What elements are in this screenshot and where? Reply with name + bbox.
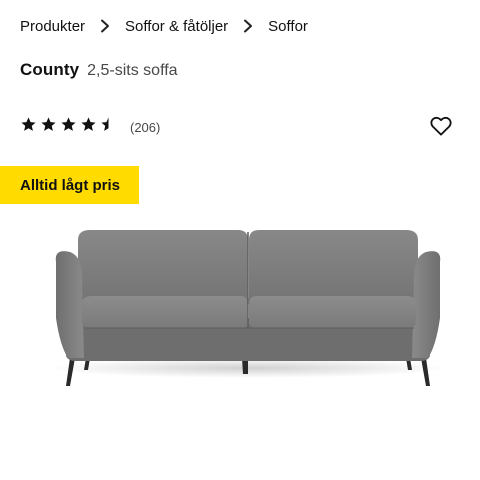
product-name: County — [20, 60, 80, 79]
breadcrumb-item-soffor-fatoljer[interactable]: Soffor & fåtöljer — [125, 18, 228, 35]
price-badge-label: Alltid lågt pris — [20, 176, 121, 194]
breadcrumb-item-soffor[interactable]: Soffor — [268, 18, 308, 35]
chevron-right-icon — [85, 19, 125, 33]
heart-outline-icon[interactable] — [428, 114, 454, 138]
star-full-icon — [81, 117, 96, 131]
star-rating — [20, 116, 120, 138]
chevron-right-icon — [228, 19, 268, 33]
star-full-icon — [61, 117, 76, 131]
review-count[interactable]: (206) — [130, 120, 160, 135]
star-half-icon — [101, 117, 116, 131]
product-description: 2,5-sits soffa — [87, 62, 178, 79]
sofa-image — [48, 230, 448, 386]
star-full-icon — [21, 117, 36, 131]
price-badge: Alltid lågt pris — [0, 166, 139, 204]
breadcrumb: Produkter Soffor & fåtöljer Soffor — [20, 15, 308, 37]
product-rating[interactable]: (206) — [20, 116, 160, 138]
star-full-icon — [41, 117, 56, 131]
breadcrumb-item-produkter[interactable]: Produkter — [20, 18, 85, 35]
product-title: County 2,5-sits soffa — [20, 60, 178, 80]
